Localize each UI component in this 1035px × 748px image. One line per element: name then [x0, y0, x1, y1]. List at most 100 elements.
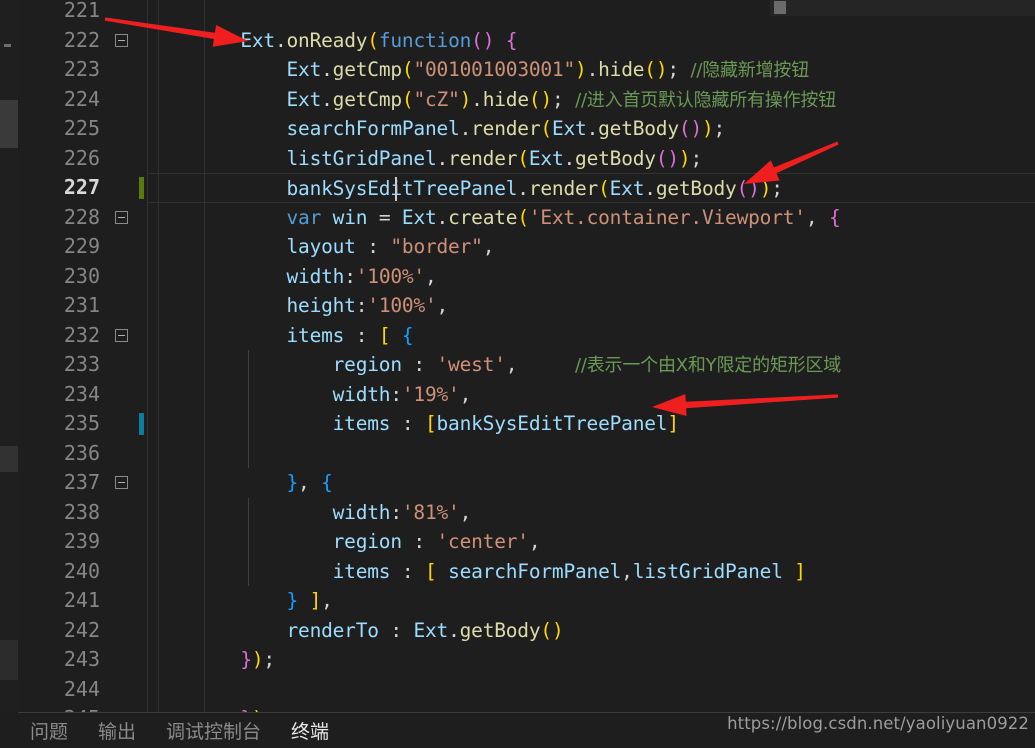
- fold-collapse-icon[interactable]: [115, 328, 128, 342]
- code-line-238[interactable]: width:'81%',: [148, 498, 472, 528]
- code-line-245[interactable]: });: [148, 704, 275, 712]
- code-line-232[interactable]: items : [ {: [148, 321, 413, 351]
- code-line-233[interactable]: region : 'west', //表示一个由X和Y限定的矩形区域: [148, 350, 842, 380]
- code-line-text: Ext.onReady(function() {: [148, 29, 517, 52]
- gutter-line-241[interactable]: 241: [18, 586, 148, 616]
- gutter-line-235[interactable]: 235: [18, 409, 148, 439]
- code-token: .: [459, 117, 472, 140]
- code-line-222[interactable]: Ext.onReady(function() {: [148, 26, 517, 56]
- gutter-line-225[interactable]: 225: [18, 114, 148, 144]
- code-token: render: [471, 117, 541, 140]
- gutter-line-238[interactable]: 238: [18, 498, 148, 528]
- code-token: :: [344, 264, 356, 288]
- gutter-line-234[interactable]: 234: [18, 380, 148, 410]
- gutter-line-237[interactable]: 237: [18, 468, 148, 498]
- line-number: 237: [63, 470, 100, 494]
- change-marker-added: [139, 177, 144, 199]
- fold-collapse-icon[interactable]: [115, 33, 128, 47]
- gutter-line-239[interactable]: 239: [18, 527, 148, 557]
- gutter-line-226[interactable]: 226: [18, 144, 148, 174]
- code-token: [: [424, 412, 437, 435]
- code-line-text: renderTo : Ext.getBody(): [148, 619, 563, 642]
- code-token: listGridPanel: [286, 146, 437, 170]
- code-line-242[interactable]: renderTo : Ext.getBody(): [148, 616, 563, 646]
- editor-scrollbar[interactable]: [770, 0, 1035, 16]
- code-token: Ext: [413, 618, 449, 642]
- code-line-225[interactable]: searchFormPanel.render(Ext.getBody());: [148, 114, 725, 144]
- code-line-235[interactable]: items : [bankSysEditTreePanel]: [148, 409, 679, 439]
- code-token: .: [517, 177, 529, 200]
- code-line-241[interactable]: } ],: [148, 586, 332, 616]
- code-content-area[interactable]: Ext.onReady(function() { Ext.getCmp("001…: [148, 0, 1035, 712]
- code-line-text: Ext.getCmp("001001003001").hide(); //隐藏新…: [148, 58, 809, 81]
- line-number-gutter[interactable]: 221 222 223 224 225 226 227 228 229 230 231 232 233 2…: [18, 0, 148, 730]
- fold-collapse-icon[interactable]: [115, 476, 128, 489]
- code-line-text: listGridPanel.render(Ext.getBody());: [148, 147, 702, 170]
- code-token: height: [286, 294, 356, 317]
- code-line-229[interactable]: layout : "border",: [148, 232, 494, 262]
- code-line-243[interactable]: });: [148, 645, 275, 675]
- gutter-line-242[interactable]: 242: [18, 616, 148, 646]
- fold-collapse-icon[interactable]: [115, 210, 128, 224]
- line-number: 233: [63, 352, 100, 376]
- panel-tab-0[interactable]: 问题: [30, 717, 68, 744]
- code-token: .: [563, 146, 576, 170]
- minimap-slider[interactable]: [0, 100, 18, 148]
- code-line-240[interactable]: items : [ searchFormPanel,listGridPanel …: [148, 557, 806, 587]
- gutter-line-230[interactable]: 230: [18, 262, 148, 292]
- code-line-228[interactable]: var win = Ext.create('Ext.container.View…: [148, 203, 840, 233]
- code-line-227[interactable]: bankSysEditTreePanel.render(Ext.getBody(…: [148, 173, 1035, 203]
- code-token: width: [332, 500, 391, 524]
- code-line-231[interactable]: height:'100%',: [148, 291, 448, 321]
- code-line-239[interactable]: region : 'center',: [148, 527, 541, 557]
- code-token: ]: [794, 559, 806, 583]
- code-token: '100%': [367, 294, 437, 317]
- code-token: }: [240, 648, 252, 671]
- code-line-237[interactable]: }, {: [148, 468, 332, 498]
- code-line-226[interactable]: listGridPanel.render(Ext.getBody());: [148, 144, 702, 174]
- code-line-234[interactable]: width:'19%',: [148, 380, 472, 410]
- code-token: ;: [263, 648, 275, 671]
- gutter-line-229[interactable]: 229: [18, 232, 148, 262]
- gutter-line-232[interactable]: 232: [18, 321, 148, 351]
- gutter-line-231[interactable]: 231: [18, 291, 148, 321]
- gutter-line-228[interactable]: 228: [18, 203, 148, 233]
- scrollbar-thumb[interactable]: [774, 1, 786, 14]
- gutter-line-222[interactable]: 222: [18, 26, 148, 56]
- gutter-line-221[interactable]: 221: [18, 0, 148, 26]
- gutter-line-223[interactable]: 223: [18, 55, 148, 85]
- code-token: Ext: [551, 117, 587, 140]
- code-token: ,: [298, 471, 322, 494]
- gutter-line-240[interactable]: 240: [18, 557, 148, 587]
- panel-tab-3[interactable]: 终端: [291, 717, 329, 744]
- code-token: ): [251, 648, 264, 671]
- panel-tab-list[interactable]: 问题 输出 调试控制台 终端: [30, 713, 329, 748]
- code-token: //表示一个由X和Y限定的矩形区域: [575, 355, 842, 376]
- gutter-line-243[interactable]: 243: [18, 645, 148, 675]
- code-line-230[interactable]: width:'100%',: [148, 262, 436, 292]
- gutter-line-227[interactable]: 227: [18, 173, 148, 203]
- panel-tab-1[interactable]: 输出: [98, 717, 136, 744]
- panel-tab-2[interactable]: 调试控制台: [166, 717, 261, 744]
- gutter-line-236[interactable]: 236: [18, 439, 148, 469]
- code-line-224[interactable]: Ext.getCmp("cZ").hide(); //进入首页默认隐藏所有操作按…: [148, 85, 836, 115]
- code-token: ;: [551, 87, 576, 111]
- code-token: 'Ext.container.Viewport': [528, 205, 806, 229]
- gutter-line-224[interactable]: 224: [18, 85, 148, 115]
- minimap-sliver[interactable]: [0, 0, 19, 712]
- gutter-line-233[interactable]: 233: [18, 350, 148, 380]
- code-line-text: searchFormPanel.render(Ext.getBody());: [148, 117, 725, 140]
- gutter-line-244[interactable]: 244: [18, 675, 148, 705]
- code-token: (: [401, 87, 414, 111]
- code-token: win: [332, 205, 368, 229]
- code-line-223[interactable]: Ext.getCmp("001001003001").hide(); //隐藏新…: [148, 55, 809, 85]
- code-token: ,: [459, 500, 472, 524]
- code-token: .: [586, 117, 599, 140]
